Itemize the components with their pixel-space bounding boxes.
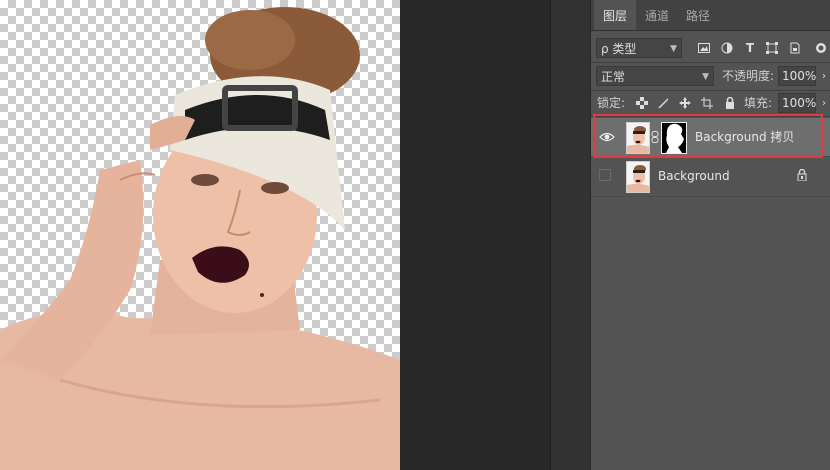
layers-panel: 图层 通道 路径 ρ 类型 ▼ T 正常 ▼ 不透明度: 100% › 锁定: …: [590, 0, 830, 470]
divider: [591, 90, 830, 91]
adjustment-filter-icon[interactable]: [719, 38, 735, 58]
tab-paths[interactable]: 路径: [678, 0, 718, 30]
shape-filter-icon[interactable]: [764, 38, 780, 58]
opacity-label: 不透明度:: [722, 69, 775, 83]
lock-all-icon[interactable]: [722, 93, 738, 113]
chevron-down-icon: ▼: [670, 44, 677, 54]
lock-label: 锁定:: [597, 96, 626, 110]
opacity-input[interactable]: 100%: [778, 66, 816, 86]
smart-object-filter-icon[interactable]: [787, 38, 803, 58]
workspace-background: [400, 0, 550, 470]
lock-transparent-pixels-icon[interactable]: [634, 93, 650, 113]
filter-toggle-icon[interactable]: [813, 38, 829, 58]
divider: [591, 196, 830, 197]
selection-highlight-box: [593, 114, 823, 158]
blend-row: 正常 ▼ 不透明度: 100% ›: [591, 66, 830, 86]
chevron-right-icon[interactable]: ›: [816, 66, 830, 86]
lock-position-icon[interactable]: [677, 93, 693, 113]
blend-mode-value: 正常: [601, 70, 626, 84]
lock-row: 锁定: 填充: 100% ›: [591, 93, 830, 113]
lock-artboard-icon[interactable]: [699, 93, 715, 113]
layer-row[interactable]: Background: [591, 157, 830, 195]
blend-mode-dropdown[interactable]: 正常 ▼: [596, 66, 714, 86]
lock-icon: [797, 168, 807, 184]
document-canvas[interactable]: [0, 0, 400, 470]
image-filter-icon[interactable]: [696, 38, 712, 58]
layer-thumbnail[interactable]: [626, 161, 650, 193]
chevron-down-icon: ▼: [702, 72, 709, 82]
layer-name[interactable]: Background: [658, 157, 730, 195]
text-filter-icon[interactable]: T: [742, 38, 758, 58]
panel-tabs: 图层 通道 路径: [591, 0, 830, 31]
layer-filter-label: ρ 类型: [601, 42, 637, 56]
divider: [591, 62, 830, 63]
layer-filter-dropdown[interactable]: ρ 类型 ▼: [596, 38, 682, 58]
fill-input[interactable]: 100%: [778, 93, 816, 113]
tab-layers[interactable]: 图层: [594, 0, 636, 30]
filter-row: ρ 类型 ▼ T: [591, 38, 830, 58]
canvas-image: [0, 7, 400, 470]
chevron-right-icon[interactable]: ›: [816, 93, 830, 113]
visibility-toggle-empty[interactable]: [599, 169, 611, 181]
fill-label: 填充:: [744, 96, 773, 110]
lock-image-pixels-icon[interactable]: [655, 93, 671, 113]
tab-channels[interactable]: 通道: [637, 0, 677, 30]
panel-gutter: [550, 0, 591, 470]
